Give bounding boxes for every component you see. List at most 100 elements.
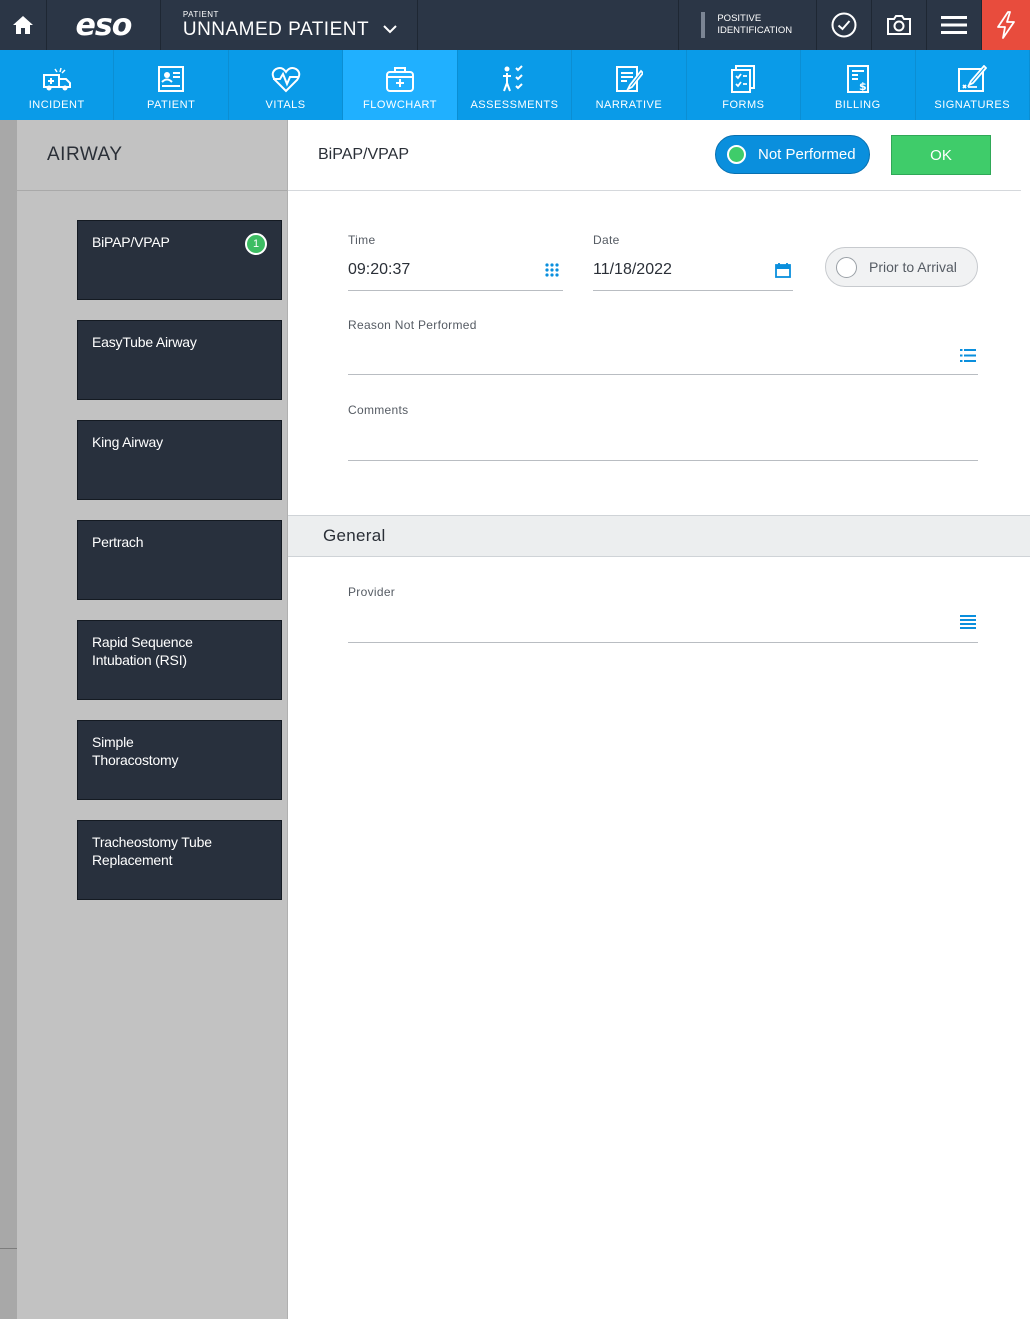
procedure-count-badge: 1 [245,233,267,255]
tab-forms[interactable]: FORMS [687,50,802,120]
svg-text:$: $ [859,80,867,93]
tab-vitals[interactable]: VITALS [229,50,344,120]
reason-underline [348,374,978,375]
comments-underline [348,460,978,461]
detail-header: BiPAP/VPAP Not Performed OK [288,120,1021,191]
time-label: Time [348,233,376,247]
tab-signatures[interactable]: SIGNATURES [916,50,1030,120]
procedure-item-bipap[interactable]: BiPAP/VPAP 1 [77,220,282,300]
keypad-icon[interactable] [545,263,559,277]
home-icon [12,16,33,34]
tab-signatures-label: SIGNATURES [934,99,1011,111]
tab-incident[interactable]: INCIDENT [0,50,115,120]
procedure-title: BiPAP/VPAP [318,146,409,163]
prior-to-arrival-radio [836,256,857,278]
section-nav: INCIDENT PATIENT VITALS FLOWCHART ASSESS… [0,50,1030,120]
tab-forms-label: FORMS [722,99,765,111]
provider-label: Provider [348,585,396,599]
tab-narrative-label: NARRATIVE [595,99,663,111]
list-select-icon[interactable] [960,349,976,362]
reason-not-performed-field[interactable] [348,346,938,370]
positive-identification-button[interactable]: POSITIVE IDENTIFICATION [679,0,818,50]
patient-label: PATIENT [182,9,219,19]
positive-id-line2: IDENTIFICATION [717,25,793,36]
comments-label: Comments [348,403,409,417]
procedure-sidebar: AIRWAY BiPAP/VPAP 1 EasyTube Airway King… [17,120,288,1319]
patient-selector[interactable]: PATIENT UNNAMED PATIENT [161,0,418,50]
procedure-item-easytube[interactable]: EasyTube Airway [77,320,282,400]
patient-name: UNNAMED PATIENT [182,18,370,40]
toggle-indicator [727,145,746,164]
menu-button[interactable] [927,0,983,50]
procedure-item-tracheostomy[interactable]: Tracheostomy Tube Replacement [77,820,282,900]
procedure-item-simple-thoracostomy[interactable]: Simple Thoracostomy [77,720,282,800]
tab-vitals-label: VITALS [265,99,306,111]
camera-button[interactable] [872,0,928,50]
procedure-item-king-airway[interactable]: King Airway [77,420,282,500]
flash-icon [997,11,1015,39]
tab-billing-label: BILLING [834,99,881,111]
not-performed-label: Not Performed [758,146,856,163]
general-section-title: General [323,526,386,545]
tab-incident-label: INCIDENT [28,99,85,111]
sidebar-edge [0,120,17,1319]
tab-flowchart-label: FLOWCHART [363,99,438,111]
signature-icon [958,65,988,92]
tab-assessments-label: ASSESSMENTS [470,99,559,111]
prior-to-arrival-toggle[interactable]: Prior to Arrival [825,247,978,287]
procedure-detail-panel: BiPAP/VPAP Not Performed OK Time 09:20:3… [288,120,1030,1319]
tab-flowchart[interactable]: FLOWCHART [343,50,458,120]
top-bar-spacer [418,0,680,50]
tab-patient[interactable]: PATIENT [114,50,229,120]
sidebar-title: AIRWAY [17,120,287,191]
home-button[interactable] [0,0,47,50]
time-underline [348,290,563,291]
menu-icon [941,16,968,34]
heartbeat-icon [271,67,300,93]
procedure-item-label: Simple Thoracostomy [92,734,179,768]
tab-billing[interactable]: $ BILLING [801,50,916,120]
procedure-item-rsi[interactable]: Rapid Sequence Intubation (RSI) [77,620,282,700]
date-underline [593,290,793,291]
procedure-item-label: Rapid Sequence Intubation (RSI) [92,634,193,668]
top-bar: eso PATIENT UNNAMED PATIENT POSITIVE IDE… [0,0,1030,50]
assessment-icon [503,65,524,92]
provider-field[interactable] [348,613,938,637]
procedure-item-pertrach[interactable]: Pertrach [77,520,282,600]
time-field[interactable]: 09:20:37 [348,261,410,279]
tab-narrative[interactable]: NARRATIVE [572,50,687,120]
ok-button[interactable]: OK [891,135,991,175]
not-performed-toggle[interactable]: Not Performed [715,135,870,174]
billing-icon: $ [846,65,869,93]
check-circle-icon [831,12,857,38]
tab-assessments[interactable]: ASSESSMENTS [458,50,573,120]
ambulance-icon [42,67,71,91]
narrative-icon [615,66,643,92]
tab-patient-label: PATIENT [146,99,196,111]
forms-icon [731,65,756,93]
list-menu-icon[interactable] [960,615,976,629]
provider-underline [348,642,978,643]
medkit-icon [386,67,415,92]
procedure-item-label: Pertrach [92,534,144,550]
procedure-item-label: Tracheostomy Tube Replacement [92,834,212,868]
comments-field[interactable] [348,430,978,454]
camera-icon [887,15,912,35]
date-field[interactable]: 11/18/2022 [593,261,672,279]
eso-logo: eso [47,0,161,50]
procedure-list: BiPAP/VPAP 1 EasyTube Airway King Airway… [77,220,282,920]
procedure-item-label: EasyTube Airway [92,334,197,350]
validate-button[interactable] [817,0,873,50]
chevron-down-icon [383,25,397,34]
positive-id-indicator [701,12,706,38]
positive-id-line1: POSITIVE [717,13,762,24]
reason-not-performed-label: Reason Not Performed [348,318,477,332]
date-label: Date [593,233,620,247]
procedure-item-label: BiPAP/VPAP [92,234,170,250]
procedure-item-label: King Airway [92,434,163,450]
general-section-header: General [288,515,1030,557]
prior-to-arrival-label: Prior to Arrival [869,259,957,275]
quick-action-button[interactable] [982,0,1030,50]
patient-card-icon [158,66,185,92]
calendar-icon[interactable] [775,262,791,278]
